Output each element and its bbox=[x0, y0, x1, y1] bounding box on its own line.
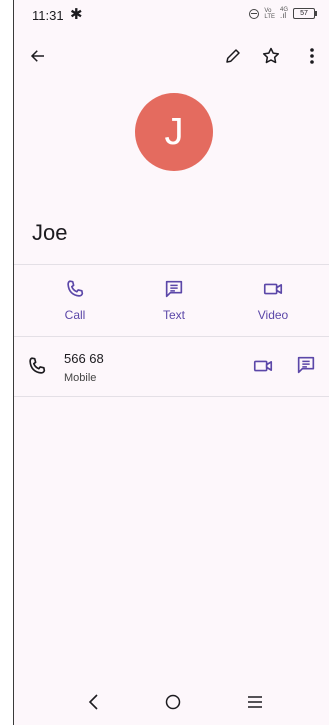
phone-number[interactable]: 566 68 bbox=[64, 351, 104, 366]
nav-home-button[interactable] bbox=[164, 693, 182, 716]
more-options-button[interactable] bbox=[298, 42, 326, 70]
divider bbox=[14, 264, 329, 265]
call-action-button[interactable]: Call bbox=[40, 278, 110, 322]
settings-gear-icon: ✱ bbox=[70, 6, 83, 23]
divider bbox=[14, 396, 329, 397]
lte-label: LTE bbox=[264, 13, 275, 20]
phone-row-icon bbox=[26, 355, 48, 382]
video-icon bbox=[253, 360, 273, 372]
menu-lines-icon bbox=[248, 696, 262, 708]
volte-indicator: Vo LTE bbox=[264, 8, 275, 20]
status-bar: 11:31 ✱ Vo LTE 4G .ıl 57 bbox=[14, 0, 329, 30]
divider bbox=[14, 336, 329, 337]
status-time: 11:31 bbox=[32, 8, 64, 23]
message-icon bbox=[165, 280, 183, 298]
nav-recents-button[interactable] bbox=[246, 694, 264, 715]
back-button[interactable] bbox=[24, 42, 52, 70]
avatar-initial: J bbox=[164, 110, 184, 153]
signal-indicator: 4G .ıl bbox=[280, 7, 288, 20]
status-indicators: Vo LTE 4G .ıl 57 bbox=[249, 7, 317, 20]
video-action-button[interactable]: Video bbox=[238, 278, 308, 322]
send-message-button[interactable] bbox=[295, 354, 317, 381]
edit-button[interactable] bbox=[219, 42, 247, 70]
do-not-disturb-icon bbox=[249, 8, 260, 19]
message-icon bbox=[297, 356, 315, 374]
nav-back-button[interactable] bbox=[86, 692, 102, 717]
contact-detail-screen: 11:31 ✱ Vo LTE 4G .ıl 57 J Joe Call Text… bbox=[14, 0, 329, 725]
arrow-left-icon bbox=[30, 50, 44, 62]
phone-type-label: Mobile bbox=[64, 372, 97, 384]
call-action-label: Call bbox=[64, 308, 86, 322]
text-action-label: Text bbox=[162, 308, 185, 322]
text-action-button[interactable]: Text bbox=[139, 278, 209, 322]
phone-icon bbox=[29, 357, 46, 374]
battery-level: 57 bbox=[300, 10, 308, 17]
star-outline-icon bbox=[262, 47, 280, 64]
chevron-left-icon bbox=[88, 694, 98, 710]
circle-home-icon bbox=[165, 694, 181, 710]
contact-avatar: J bbox=[135, 93, 213, 171]
signal-bars-icon: .ıl bbox=[279, 11, 287, 20]
more-vert-icon bbox=[310, 48, 314, 64]
phone-icon bbox=[67, 280, 84, 297]
device-bezel bbox=[0, 0, 14, 725]
favorite-button[interactable] bbox=[257, 42, 285, 70]
video-call-button[interactable] bbox=[252, 355, 274, 382]
video-action-label: Video bbox=[257, 308, 289, 322]
battery-icon: 57 bbox=[293, 8, 317, 19]
contact-name: Joe bbox=[32, 220, 68, 245]
navigation-bar bbox=[14, 688, 329, 724]
pencil-icon bbox=[226, 49, 240, 63]
video-icon bbox=[263, 283, 283, 295]
